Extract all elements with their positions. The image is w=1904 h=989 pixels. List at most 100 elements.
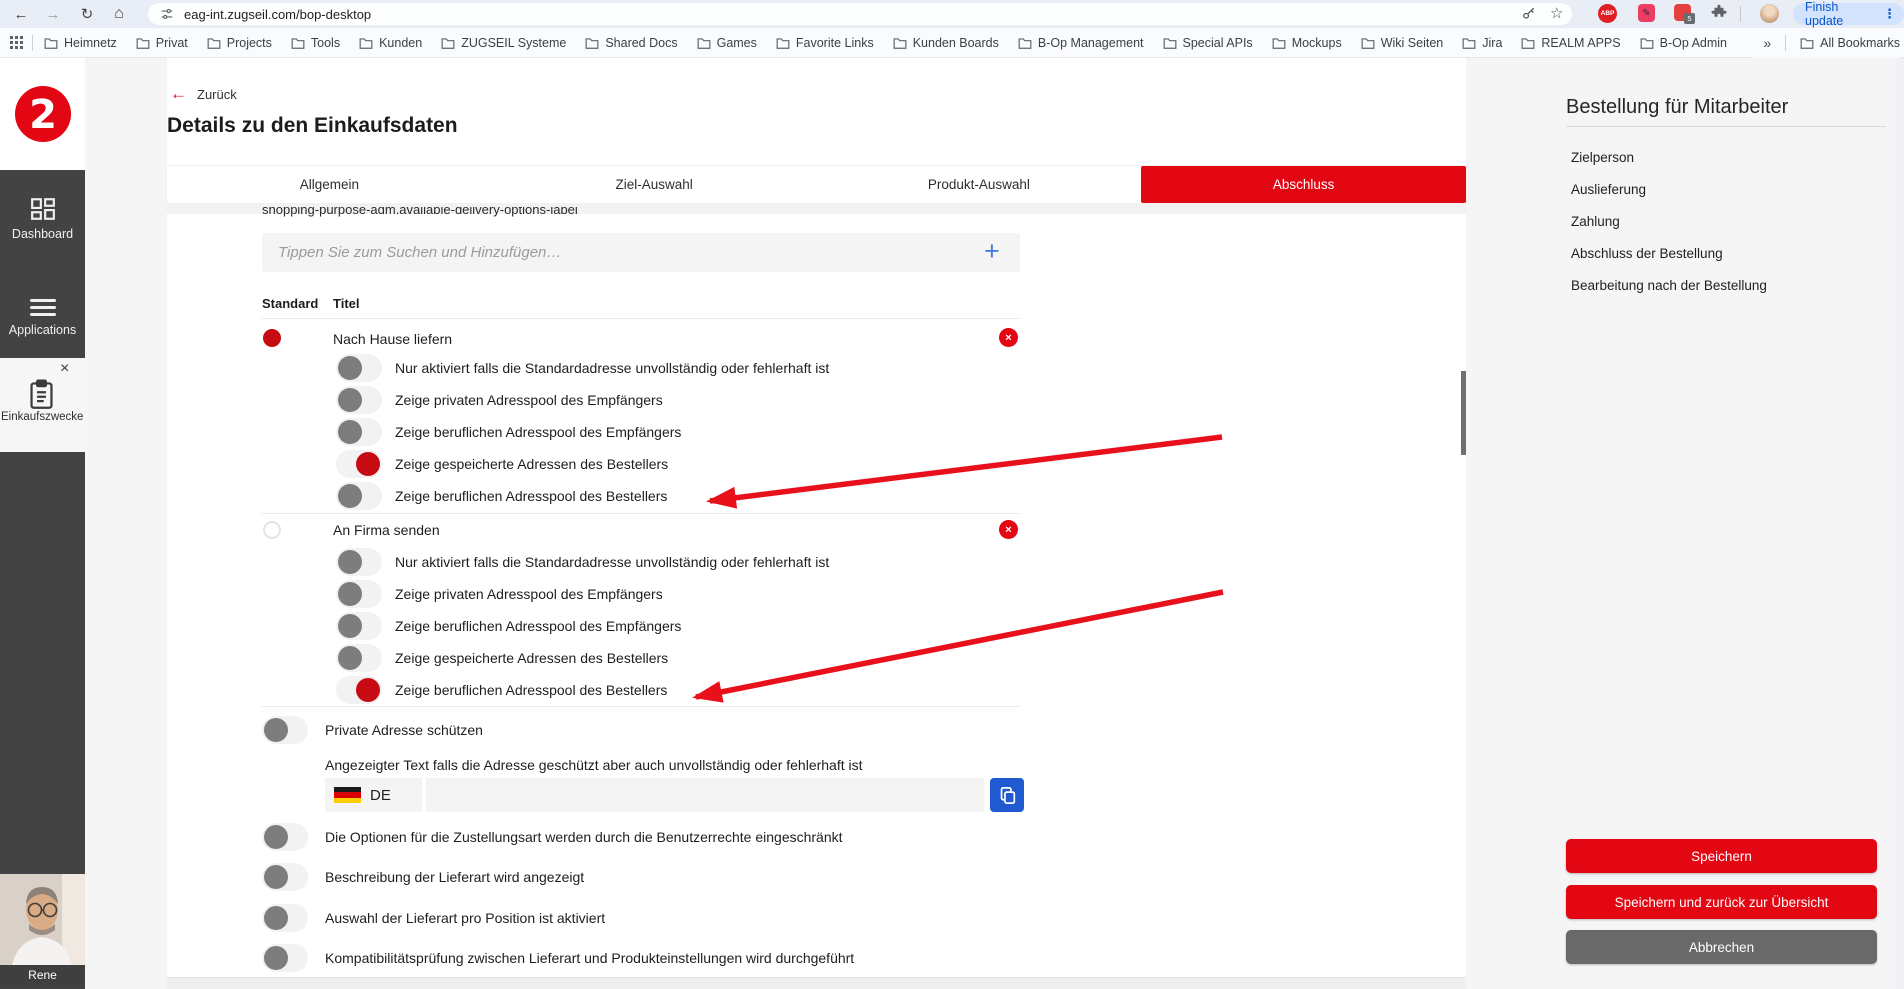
- tab-produkt-auswahl[interactable]: Produkt-Auswahl: [817, 166, 1142, 203]
- setting-toggle[interactable]: [336, 612, 382, 640]
- bookmark-star-icon[interactable]: ☆: [1550, 4, 1563, 22]
- tab-abschluss[interactable]: Abschluss: [1141, 166, 1466, 203]
- setting-label: Nur aktiviert falls die Standardadresse …: [395, 359, 829, 377]
- bookmark-folder[interactable]: Favorite Links: [776, 36, 874, 50]
- close-icon[interactable]: ×: [60, 360, 69, 378]
- language-code: DE: [370, 787, 391, 804]
- zugseil-logo[interactable]: 2: [0, 58, 85, 170]
- setting-toggle[interactable]: [336, 386, 382, 414]
- bookmark-folder[interactable]: Projects: [207, 36, 272, 50]
- notification-count-badge: 5: [1684, 13, 1695, 24]
- show-delivery-description-toggle[interactable]: [262, 863, 308, 891]
- horizontal-scrollbar-track[interactable]: [167, 977, 1466, 989]
- cancel-button[interactable]: Abbrechen: [1566, 930, 1877, 964]
- folder-icon: [207, 37, 221, 49]
- bookmark-folder[interactable]: REALM APPS: [1521, 36, 1620, 50]
- bookmark-folder[interactable]: Privat: [136, 36, 188, 50]
- add-plus-icon[interactable]: +: [984, 236, 1000, 266]
- bookmark-folder[interactable]: B-Op Admin: [1640, 36, 1727, 50]
- adblock-extension-icon[interactable]: ABP: [1598, 4, 1617, 23]
- notification-extension-icon[interactable]: 5: [1674, 4, 1691, 21]
- copy-text-button[interactable]: [990, 778, 1024, 812]
- bookmark-folder[interactable]: Wiki Seiten: [1361, 36, 1444, 50]
- nav-item-auslieferung[interactable]: Auslieferung: [1571, 182, 1646, 197]
- bookmark-folder[interactable]: Shared Docs: [585, 36, 677, 50]
- site-settings-icon[interactable]: [160, 7, 174, 21]
- bookmarks-divider: [1785, 35, 1786, 51]
- folder-icon: [585, 37, 599, 49]
- setting-toggle[interactable]: [336, 450, 382, 478]
- search-input[interactable]: [262, 233, 1020, 272]
- password-key-icon[interactable]: [1522, 7, 1536, 26]
- finish-update-button[interactable]: Finish update ⋮: [1793, 3, 1904, 25]
- bookmark-folder[interactable]: Jira: [1462, 36, 1502, 50]
- remove-option-button[interactable]: ×: [999, 520, 1018, 539]
- nav-item-bearbeitung-nach-der-bestellung[interactable]: Bearbeitung nach der Bestellung: [1571, 278, 1767, 293]
- sidebar-item-label: Dashboard: [0, 227, 85, 241]
- right-panel-title: Bestellung für Mitarbeiter: [1566, 96, 1788, 119]
- bookmark-folder[interactable]: Tools: [291, 36, 340, 50]
- folder-icon: [359, 37, 373, 49]
- folder-icon: [1163, 37, 1177, 49]
- close-icon: ×: [1005, 524, 1011, 536]
- bookmark-folder[interactable]: ZUGSEIL Systeme: [441, 36, 566, 50]
- bookmark-folder[interactable]: Kunden Boards: [893, 36, 999, 50]
- nav-item-zielperson[interactable]: Zielperson: [1571, 150, 1634, 165]
- browser-forward-icon[interactable]: →: [40, 0, 66, 28]
- setting-toggle[interactable]: [336, 418, 382, 446]
- standard-radio[interactable]: [263, 329, 281, 347]
- browser-profile-avatar[interactable]: [1760, 4, 1779, 23]
- nav-item-abschluss-der-bestellung[interactable]: Abschluss der Bestellung: [1571, 246, 1723, 261]
- vertical-scrollbar-thumb[interactable]: [1461, 371, 1466, 455]
- copy-icon: [999, 786, 1016, 805]
- setting-toggle[interactable]: [336, 676, 382, 704]
- extensions-puzzle-icon[interactable]: [1710, 4, 1728, 27]
- url-text[interactable]: eag-int.zugseil.com/bop-desktop: [184, 7, 371, 22]
- setting-toggle[interactable]: [336, 644, 382, 672]
- pen-extension-icon[interactable]: ✎: [1638, 4, 1655, 22]
- toggle-label: Kompatibilitätsprüfung zwischen Lieferar…: [325, 949, 854, 967]
- save-button[interactable]: Speichern: [1566, 839, 1877, 873]
- remove-option-button[interactable]: ×: [999, 328, 1018, 347]
- setting-toggle[interactable]: [336, 482, 382, 510]
- setting-toggle[interactable]: [336, 548, 382, 576]
- tab-ziel-auswahl[interactable]: Ziel-Auswahl: [492, 166, 817, 203]
- browser-back-icon[interactable]: ←: [8, 0, 34, 28]
- sidebar-item-dashboard[interactable]: Dashboard: [0, 197, 85, 241]
- all-bookmarks-button[interactable]: All Bookmarks: [1800, 36, 1900, 50]
- user-rights-restrict-toggle[interactable]: [262, 823, 308, 851]
- setting-toggle[interactable]: [336, 580, 382, 608]
- bookmark-folder[interactable]: B-Op Management: [1018, 36, 1144, 50]
- setting-toggle[interactable]: [336, 354, 382, 382]
- protected-text-input[interactable]: [426, 778, 984, 812]
- bookmark-folder[interactable]: Kunden: [359, 36, 422, 50]
- sidebar-item-einkaufszwecke[interactable]: × Einkaufszwecke: [0, 358, 85, 452]
- nav-item-zahlung[interactable]: Zahlung: [1571, 214, 1620, 229]
- bookmark-folder[interactable]: Games: [697, 36, 757, 50]
- language-selector[interactable]: DE: [325, 778, 422, 812]
- browser-home-icon[interactable]: ⌂: [106, 0, 132, 28]
- sidebar-item-applications[interactable]: Applications: [0, 299, 85, 337]
- compatibility-check-toggle[interactable]: [262, 944, 308, 972]
- delivery-per-position-toggle[interactable]: [262, 904, 308, 932]
- apps-grid-icon[interactable]: [10, 36, 23, 54]
- folder-icon: [1272, 37, 1286, 49]
- browser-menu-icon[interactable]: ⋮: [1883, 6, 1896, 22]
- save-and-back-button[interactable]: Speichern und zurück zur Übersicht: [1566, 885, 1877, 919]
- browser-reload-icon[interactable]: ↻: [74, 0, 100, 28]
- sidebar-item-label: Einkaufszwecke: [0, 410, 84, 425]
- bookmark-folder[interactable]: Heimnetz: [44, 36, 117, 50]
- bookmark-folder[interactable]: Mockups: [1272, 36, 1342, 50]
- bookmarks-row: Heimnetz Privat Projects Tools Kunden ZU…: [44, 28, 1734, 58]
- url-bar[interactable]: eag-int.zugseil.com/bop-desktop ☆: [148, 3, 1572, 25]
- tab-allgemein[interactable]: Allgemein: [167, 166, 492, 203]
- bookmarks-overflow-icon[interactable]: »: [1763, 35, 1771, 51]
- back-link[interactable]: ← Zurück: [170, 84, 237, 104]
- setting-label: Zeige beruflichen Adresspool des Bestell…: [395, 487, 667, 505]
- user-avatar[interactable]: [0, 874, 85, 965]
- column-header-standard: Standard: [262, 296, 318, 311]
- standard-radio[interactable]: [263, 521, 281, 539]
- bookmark-folder[interactable]: Special APIs: [1163, 36, 1253, 50]
- window-edge-scroll-area[interactable]: [1896, 58, 1904, 989]
- protect-address-toggle[interactable]: [262, 716, 308, 744]
